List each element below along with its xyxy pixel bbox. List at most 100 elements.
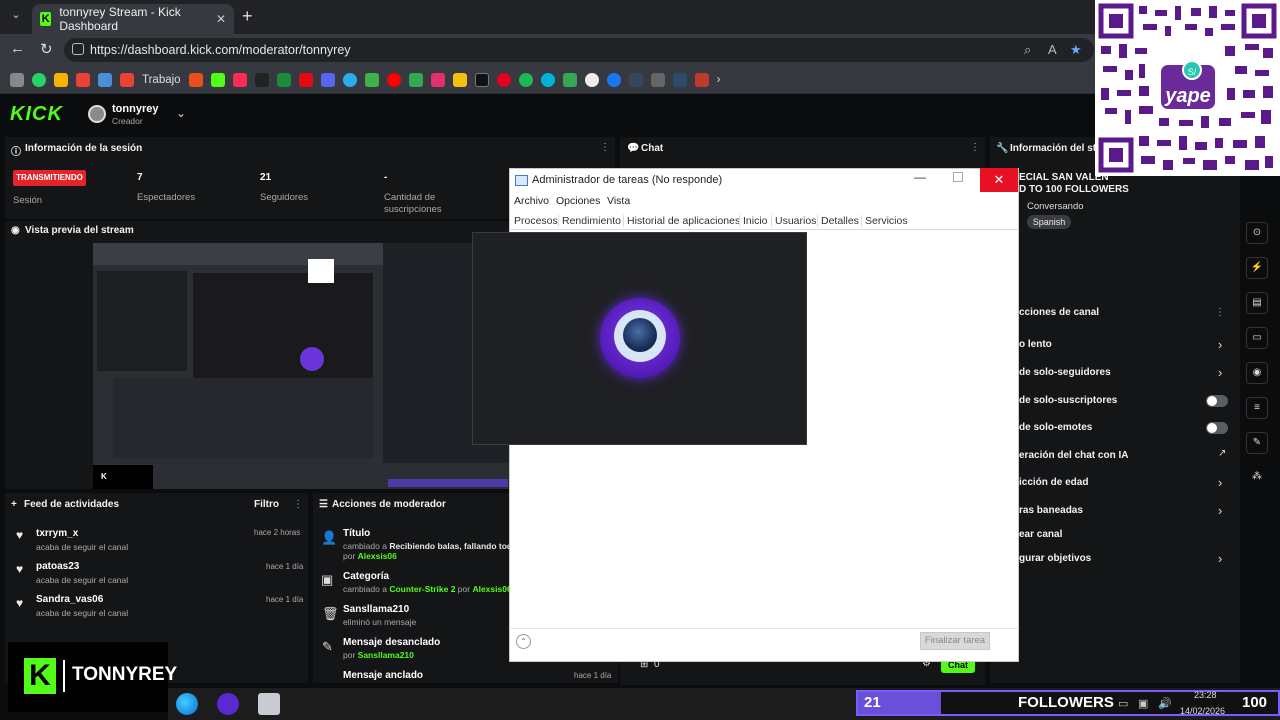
chevron-right-icon[interactable]: › <box>1218 337 1222 352</box>
bookmark-yellow-icon[interactable] <box>452 72 467 87</box>
feed-menu-icon[interactable]: ⋮ <box>293 499 303 510</box>
chevron-right-icon[interactable]: › <box>1218 475 1222 490</box>
session-menu-icon[interactable]: ⋮ <box>600 142 610 153</box>
menu-opciones[interactable]: Opciones <box>556 195 600 207</box>
stream-category[interactable]: Conversando <box>1027 201 1084 212</box>
edge-bookmark-icon[interactable] <box>540 72 555 87</box>
chevron-right-icon[interactable]: › <box>1218 551 1222 566</box>
rail-wrench-icon[interactable]: ✎ <box>1246 432 1268 454</box>
mod-action-by-user[interactable]: Alexsis06 <box>472 584 511 594</box>
username[interactable]: tonnyrey <box>112 103 158 115</box>
instagram-icon[interactable] <box>430 72 445 87</box>
x-icon[interactable] <box>474 72 489 87</box>
channel-actions-menu-icon[interactable]: ⋮ <box>1215 307 1225 318</box>
rail-target-icon[interactable]: ⊙ <box>1246 222 1268 244</box>
gmail-work-icon[interactable] <box>120 72 134 87</box>
tab-historial[interactable]: Historial de aplicaciones <box>623 215 743 227</box>
tray-usb-icon[interactable]: ▭ <box>1118 697 1128 710</box>
zoom-icon[interactable]: ⌕ <box>1024 42 1031 58</box>
discord-icon[interactable] <box>320 72 335 87</box>
age-restriction-label[interactable]: icción de edad <box>1019 477 1088 488</box>
set-goals-label[interactable]: gurar objetivos <box>1019 553 1091 564</box>
tab-procesos[interactable]: Procesos <box>511 215 561 227</box>
calendar-icon[interactable] <box>98 72 112 87</box>
clock-date[interactable]: 14/02/2026 <box>1180 706 1225 716</box>
menu-vista[interactable]: Vista <box>607 195 630 207</box>
tab-detalles[interactable]: Detalles <box>817 215 862 227</box>
tumblr-icon[interactable] <box>628 72 643 87</box>
tray-network-icon[interactable]: ▣ <box>1138 697 1148 710</box>
facebook-icon[interactable] <box>606 72 621 87</box>
language-tag[interactable]: Spanish <box>1027 215 1071 229</box>
bookmark-trabajo[interactable]: Trabajo <box>142 74 181 86</box>
bookmark-apps-icon[interactable] <box>10 72 24 87</box>
maps-icon[interactable] <box>408 72 423 87</box>
more-bookmarks-chevron-icon[interactable]: › <box>717 74 721 86</box>
telegram-icon[interactable] <box>342 72 357 87</box>
fewer-details-chevron-icon[interactable]: ⌃ <box>516 634 531 649</box>
url-field[interactable]: https://dashboard.kick.com/moderator/ton… <box>64 38 1094 62</box>
kick-bookmark-icon[interactable] <box>210 72 225 87</box>
netflix-icon[interactable] <box>298 72 313 87</box>
bookmark-white-icon[interactable] <box>584 72 599 87</box>
drive-icon[interactable] <box>54 72 68 87</box>
slow-mode-label[interactable]: o lento <box>1019 339 1052 350</box>
tab-usuarios[interactable]: Usuarios <box>771 215 819 227</box>
sheets-icon[interactable] <box>276 72 291 87</box>
menu-archivo[interactable]: Archivo <box>514 195 549 207</box>
chat-menu-icon[interactable]: ⋮ <box>970 142 980 153</box>
mod-action-by-user[interactable]: Sansllama210 <box>358 650 414 660</box>
stream-preview-image[interactable]: K TONNYREY <box>93 243 509 489</box>
avatar[interactable] <box>88 105 106 123</box>
end-task-button[interactable]: Finalizar tarea <box>920 632 990 650</box>
rail-broadcast-icon[interactable]: ◉ <box>1246 362 1268 384</box>
maximize-button[interactable] <box>953 172 963 182</box>
location-icon[interactable] <box>562 72 577 87</box>
favorite-star-icon[interactable]: ★ <box>1070 42 1082 58</box>
bookmark-dark-red-icon[interactable] <box>694 72 709 87</box>
rail-bolt-icon[interactable]: ⚡ <box>1246 257 1268 279</box>
camera-app-taskbar-icon[interactable] <box>217 693 239 715</box>
tab-inicio[interactable]: Inicio <box>739 215 771 227</box>
feed-filter-button[interactable]: Filtro <box>254 499 279 510</box>
clock-time[interactable]: 23:28 <box>1194 690 1217 700</box>
chevron-right-icon[interactable]: › <box>1218 503 1222 518</box>
mod-action-by-user[interactable]: Alexsis06 <box>358 551 397 561</box>
edge-taskbar-icon[interactable] <box>176 693 198 715</box>
back-arrow-icon[interactable]: ← <box>10 40 25 57</box>
pinterest-icon[interactable] <box>496 72 511 87</box>
kick-logo[interactable]: KICK <box>10 103 63 126</box>
feed-item-name[interactable]: Sandra_vas06 <box>36 594 103 605</box>
emotes-only-toggle[interactable] <box>1206 422 1228 434</box>
tab-close-icon[interactable]: ✕ <box>216 12 226 26</box>
music-icon[interactable] <box>232 72 247 87</box>
spotify-icon[interactable] <box>518 72 533 87</box>
read-aloud-icon[interactable]: A <box>1048 42 1057 57</box>
tab-list-chevron-icon[interactable]: ⌄ <box>6 8 26 26</box>
bookmark-grid-icon[interactable] <box>650 72 665 87</box>
tab-rendimiento[interactable]: Rendimiento <box>558 215 624 227</box>
bookmark-blue-icon[interactable] <box>672 72 687 87</box>
close-button[interactable]: ✕ <box>980 168 1018 192</box>
rail-notes-icon[interactable]: ▤ <box>1246 292 1268 314</box>
task-manager-taskbar-icon[interactable] <box>258 693 280 715</box>
feed-item-name[interactable]: txrrym_x <box>36 528 78 539</box>
banned-words-label[interactable]: ras baneadas <box>1019 505 1083 516</box>
new-tab-button[interactable]: + <box>242 6 253 27</box>
feed-item-name[interactable]: patoas23 <box>36 561 79 572</box>
whatsapp-icon[interactable] <box>32 72 46 87</box>
external-link-icon[interactable]: ↗ <box>1218 448 1226 459</box>
user-menu-chevron-icon[interactable]: ⌄ <box>176 106 186 120</box>
bookmark-green-icon[interactable] <box>364 72 379 87</box>
tab-kick-dashboard[interactable]: K tonnyrey Stream - Kick Dashboard ✕ <box>32 4 234 34</box>
bookmark-red-icon[interactable] <box>188 72 203 87</box>
chevron-right-icon[interactable]: › <box>1218 365 1222 380</box>
minimize-button[interactable]: — <box>914 170 926 184</box>
reload-icon[interactable]: ↻ <box>40 40 53 58</box>
gmail-icon[interactable] <box>76 72 90 87</box>
followers-only-label[interactable]: de solo-seguidores <box>1019 367 1111 378</box>
appletv-icon[interactable] <box>254 72 269 87</box>
rail-apps-icon[interactable]: ⁂ <box>1246 467 1268 489</box>
site-info-icon[interactable] <box>72 43 84 55</box>
tray-volume-icon[interactable]: 🔊 <box>1158 697 1172 710</box>
